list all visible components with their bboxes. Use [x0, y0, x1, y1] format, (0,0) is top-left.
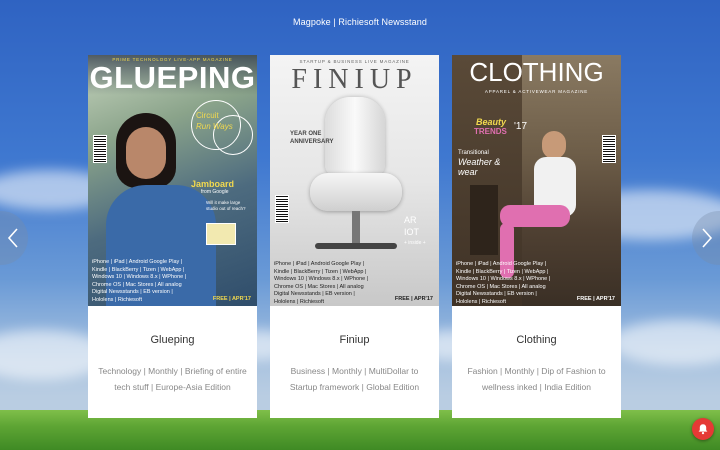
cover-headline: Transitional	[458, 150, 489, 156]
cover-headline: Jamboard	[191, 179, 235, 189]
magazine-card-clothing[interactable]: CLOTHING APPAREL & ACTIVEWEAR MAGAZINE B…	[452, 55, 621, 418]
cover-badge: FREE | APR'17	[394, 296, 433, 302]
notification-bell-button[interactable]	[692, 418, 714, 440]
card-description: Business | Monthly | MultiDollar to Star…	[289, 366, 420, 392]
cover-headline: Run Ways	[196, 122, 233, 131]
cover-headline: AR	[404, 215, 417, 225]
cover-badge: FREE | APR'17	[212, 296, 251, 302]
cover-headline: ANNIVERSARY	[290, 139, 334, 145]
cover-platforms: iPhone | iPad | Android Google Play | Ki…	[456, 261, 551, 305]
cover-headline: IOT	[404, 227, 419, 237]
cover-headline: + inside +	[404, 240, 426, 246]
cover-tagline: APPAREL & ACTIVEWEAR MAGAZINE	[484, 89, 589, 94]
magazine-card-glueping[interactable]: PRIME TECHNOLOGY LIVE-APP MAGAZINE GLUEP…	[88, 55, 257, 418]
cover-headline: Will it make large studio out of reach?	[206, 200, 246, 211]
cover-headline: Weather & wear	[458, 157, 501, 177]
magazine-cover-clothing[interactable]: CLOTHING APPAREL & ACTIVEWEAR MAGAZINE B…	[452, 55, 621, 306]
chevron-left-icon	[7, 228, 18, 248]
card-description: Technology | Monthly | Briefing of entir…	[98, 366, 247, 392]
bell-icon	[698, 424, 708, 435]
magazine-cover-glueping[interactable]: PRIME TECHNOLOGY LIVE-APP MAGAZINE GLUEP…	[88, 55, 257, 306]
magazine-card-finiup[interactable]: STARTUP & BUSINESS LIVE MAGAZINE FINIUP …	[270, 55, 439, 418]
cover-headline: TRENDS	[474, 127, 507, 136]
magazine-cover-finiup[interactable]: STARTUP & BUSINESS LIVE MAGAZINE FINIUP …	[270, 55, 439, 306]
cover-platforms: iPhone | iPad | Android Google Play | Ki…	[92, 259, 187, 303]
card-description: Fashion | Monthly | Dip of Fashion to we…	[467, 366, 606, 392]
cover-headline: '17	[514, 121, 528, 132]
card-title[interactable]: Clothing	[452, 334, 621, 346]
cover-masthead: FINIUP	[291, 64, 418, 95]
page-title: Magpoke | Richiesoft Newsstand	[293, 17, 427, 27]
cover-headline: from Google	[201, 189, 229, 195]
cover-platforms: iPhone | iPad | Android Google Play | Ki…	[274, 261, 369, 305]
cover-headline: Beauty	[476, 117, 507, 127]
card-title[interactable]: Finiup	[270, 334, 439, 346]
cover-masthead: GLUEPING	[89, 60, 256, 95]
cover-badge: FREE | APR'17	[576, 296, 615, 302]
barcode	[275, 195, 289, 223]
cover-masthead: CLOTHING	[469, 57, 604, 87]
cover-headline: YEAR ONE	[290, 131, 322, 137]
chevron-right-icon	[702, 228, 713, 248]
cover-headline: Circuit	[196, 111, 219, 120]
barcode	[93, 135, 107, 163]
card-title[interactable]: Glueping	[88, 334, 257, 346]
barcode	[602, 135, 616, 163]
